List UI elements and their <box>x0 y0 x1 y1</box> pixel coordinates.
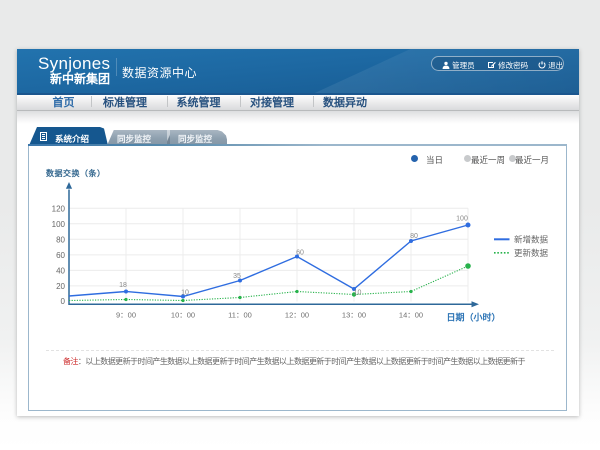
svg-text:9：00: 9：00 <box>116 311 136 320</box>
svg-text:11：00: 11：00 <box>228 311 252 320</box>
svg-text:40: 40 <box>56 266 65 275</box>
svg-text:10：00: 10：00 <box>171 311 195 320</box>
svg-text:60: 60 <box>56 251 65 260</box>
svg-text:20: 20 <box>56 282 65 291</box>
svg-text:日期（小时）: 日期（小时） <box>447 312 501 323</box>
svg-text:18: 18 <box>119 282 127 289</box>
svg-text:35: 35 <box>233 273 241 280</box>
svg-text:新增数据: 新增数据 <box>514 234 549 244</box>
svg-text:100: 100 <box>456 216 468 223</box>
svg-text:60: 60 <box>296 250 304 257</box>
svg-text:80: 80 <box>56 235 65 244</box>
svg-text:12：00: 12：00 <box>285 311 309 320</box>
svg-text:100: 100 <box>52 220 66 229</box>
svg-text:10: 10 <box>354 290 362 297</box>
svg-text:10: 10 <box>181 290 189 297</box>
svg-text:80: 80 <box>410 233 418 240</box>
svg-text:13：00: 13：00 <box>342 311 366 320</box>
svg-text:更新数据: 更新数据 <box>514 248 549 258</box>
svg-text:120: 120 <box>52 204 66 213</box>
svg-text:0: 0 <box>61 297 66 306</box>
svg-text:14：00: 14：00 <box>399 311 423 320</box>
